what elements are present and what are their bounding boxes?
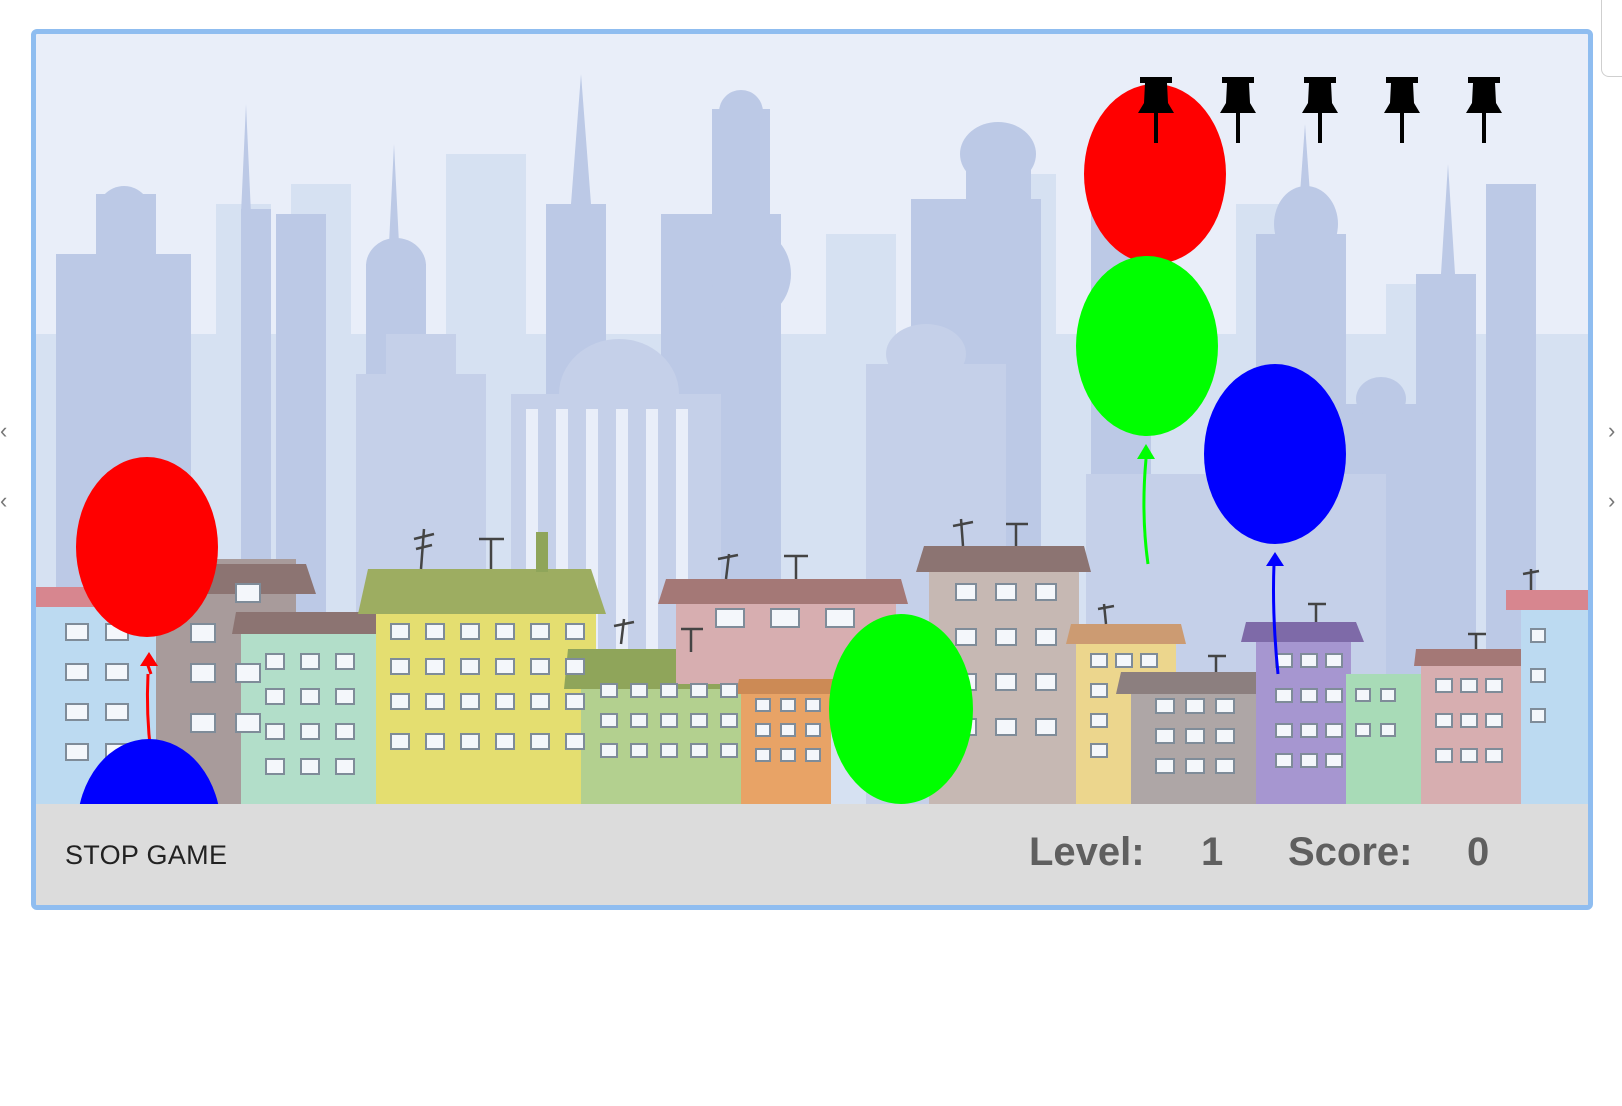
balloon[interactable] [829, 614, 973, 804]
stop-game-button[interactable]: STOP GAME [65, 840, 227, 871]
game-frame: STOP GAME Level: 1 Score: 0 [31, 29, 1593, 910]
score-label: Score: [1288, 830, 1413, 874]
score-value: 0 [1467, 830, 1490, 874]
level-label: Level: [1029, 830, 1145, 874]
pushpin-icon [1384, 77, 1420, 143]
chevron-right-icon[interactable]: › [1608, 488, 1615, 514]
pushpin-icon [1220, 77, 1256, 143]
game-status-bar: STOP GAME Level: 1 Score: 0 [36, 804, 1588, 905]
pushpin-icon [1302, 77, 1338, 143]
game-scene[interactable] [36, 34, 1588, 804]
side-panel-tab[interactable] [1601, 0, 1622, 77]
level-value: 1 [1201, 830, 1224, 874]
chevron-left-icon[interactable]: ‹ [0, 418, 7, 444]
chevron-right-icon[interactable]: › [1608, 418, 1615, 444]
pushpin-icon [1466, 77, 1502, 143]
chevron-left-icon[interactable]: ‹ [0, 488, 7, 514]
